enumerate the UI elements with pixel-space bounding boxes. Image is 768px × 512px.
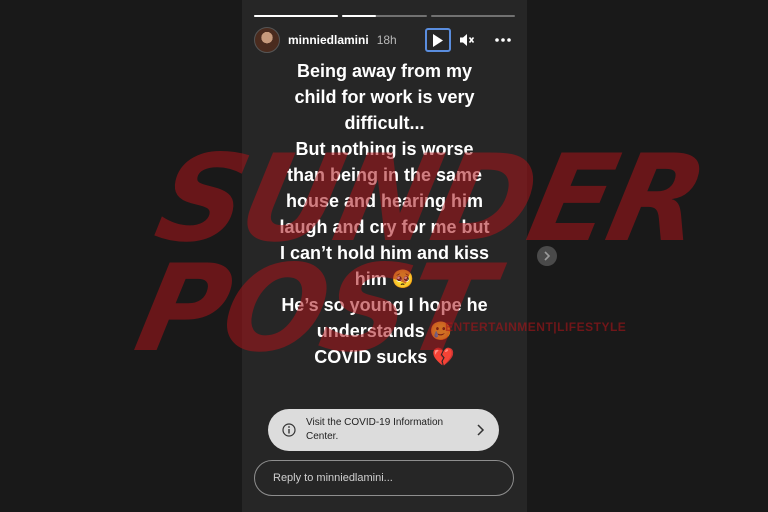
caption-line: I can’t hold him and kiss [279,243,490,263]
covid-card-line1: Visit the COVID-19 Information [306,417,444,428]
play-button[interactable] [425,28,451,52]
caption-line: him 🥺 [354,269,415,289]
username[interactable]: minniedlamini [288,33,369,47]
info-icon [282,423,296,437]
avatar[interactable] [254,27,280,53]
covid-info-center-link[interactable]: Visit the COVID-19 Information Center. [268,409,499,451]
mute-icon [460,34,475,46]
caption-line: Being away from my [296,61,473,81]
mute-button[interactable] [457,30,477,50]
more-options-button[interactable] [491,30,515,50]
caption-line: than being in the same [286,165,483,185]
reply-field[interactable] [254,460,514,496]
progress-segment [430,15,515,17]
caption-line: COVID sucks 💔 [314,347,455,367]
caption-line: understands 🥲 [316,321,453,341]
next-story-icon [544,251,551,261]
more-icon [495,38,511,42]
caption-line: But nothing is worse [295,139,474,159]
covid-card-line2: Center. [306,431,339,442]
caption-line: child for work is very [294,87,475,107]
play-icon [433,33,443,47]
covid-card-text: Visit the COVID-19 Information Center. [306,416,475,444]
caption-line: house and hearing him [285,191,484,211]
caption-line: He’s so young I hope he [281,295,488,315]
timestamp: 18h [376,33,397,47]
story-viewer: minniedlamini 18h Being away from my chi… [242,0,527,512]
caption-line: difficult... [344,113,425,133]
caption-line: laugh and cry for me but [279,217,490,237]
story-header: minniedlamini 18h [254,26,515,54]
progress-segment [342,15,427,17]
story-progress-bars [254,15,515,17]
story-caption: Being away from my child for work is ver… [262,58,507,370]
next-story-button[interactable] [537,246,557,266]
chevron-right-icon [477,424,485,436]
progress-segment [254,15,339,17]
reply-input[interactable] [271,471,495,485]
